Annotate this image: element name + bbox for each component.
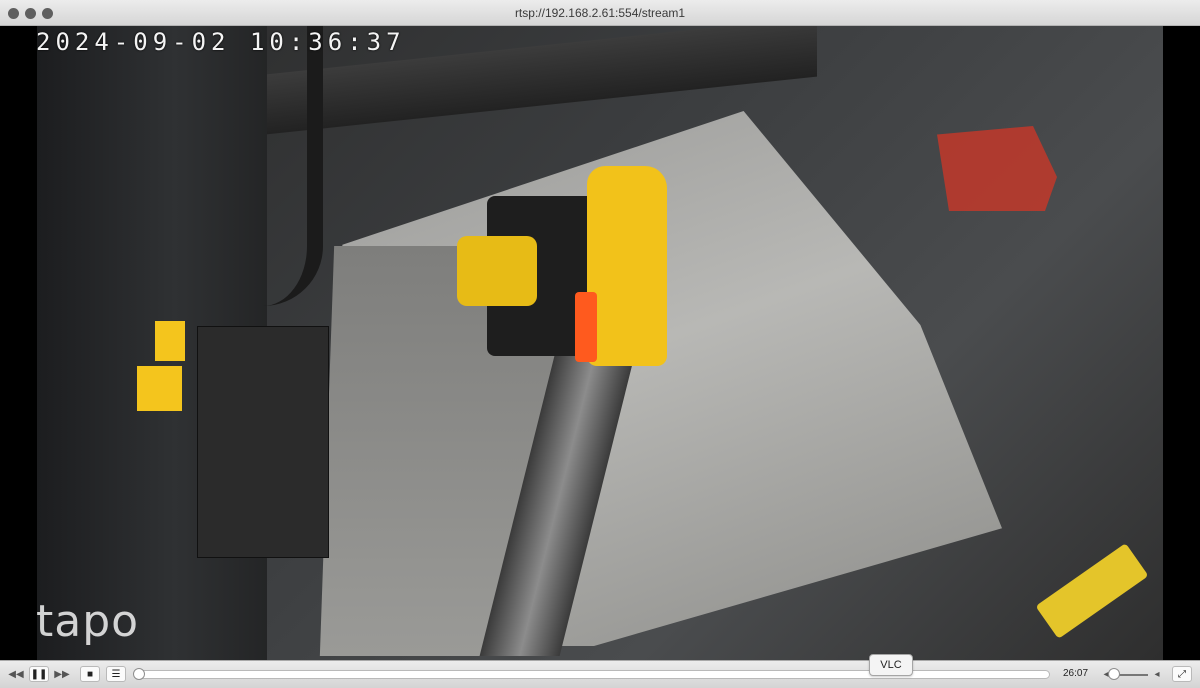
volume-knob[interactable] <box>1108 668 1120 680</box>
toolhead-fan-duct <box>457 236 537 306</box>
playlist-icon[interactable]: ☰ <box>106 666 126 682</box>
timestamp-overlay: 2024-09-02 10:36:37 <box>36 28 406 56</box>
video-frame <box>37 26 1163 660</box>
pause-icon[interactable]: ❚❚ <box>29 666 49 682</box>
elapsed-time: 26:07 <box>1063 668 1089 679</box>
video-area[interactable]: 2024-09-02 10:36:37 tapo <box>0 26 1200 660</box>
playback-controls: ◀◀ ❚❚ ▶▶ ■ ☰ 26:07 ◂ ◂ ⤢ <box>0 660 1200 688</box>
window-title: rtsp://192.168.2.61:554/stream1 <box>514 6 686 20</box>
printer-toolhead <box>457 166 667 386</box>
volume-slider[interactable] <box>1116 674 1148 676</box>
toolhead-lever <box>575 292 597 362</box>
yellow-part <box>155 321 185 361</box>
cable-tube <box>217 26 323 306</box>
fast-forward-icon[interactable]: ▶▶ <box>52 666 72 682</box>
seek-knob[interactable] <box>133 668 145 680</box>
title-bar: rtsp://192.168.2.61:554/stream1 <box>0 0 1200 26</box>
electronics-box <box>197 326 329 558</box>
red-part <box>937 126 1057 211</box>
vlc-tooltip: VLC <box>869 654 913 676</box>
yellow-tool <box>1035 543 1149 639</box>
volume-high-icon[interactable]: ◂ <box>1151 666 1163 682</box>
stop-icon[interactable]: ■ <box>80 666 100 682</box>
yellow-part <box>137 366 182 411</box>
rewind-icon[interactable]: ◀◀ <box>6 666 26 682</box>
toolhead-shroud <box>587 166 667 366</box>
fullscreen-icon[interactable]: ⤢ <box>1172 666 1192 682</box>
camera-watermark: tapo <box>36 596 140 647</box>
